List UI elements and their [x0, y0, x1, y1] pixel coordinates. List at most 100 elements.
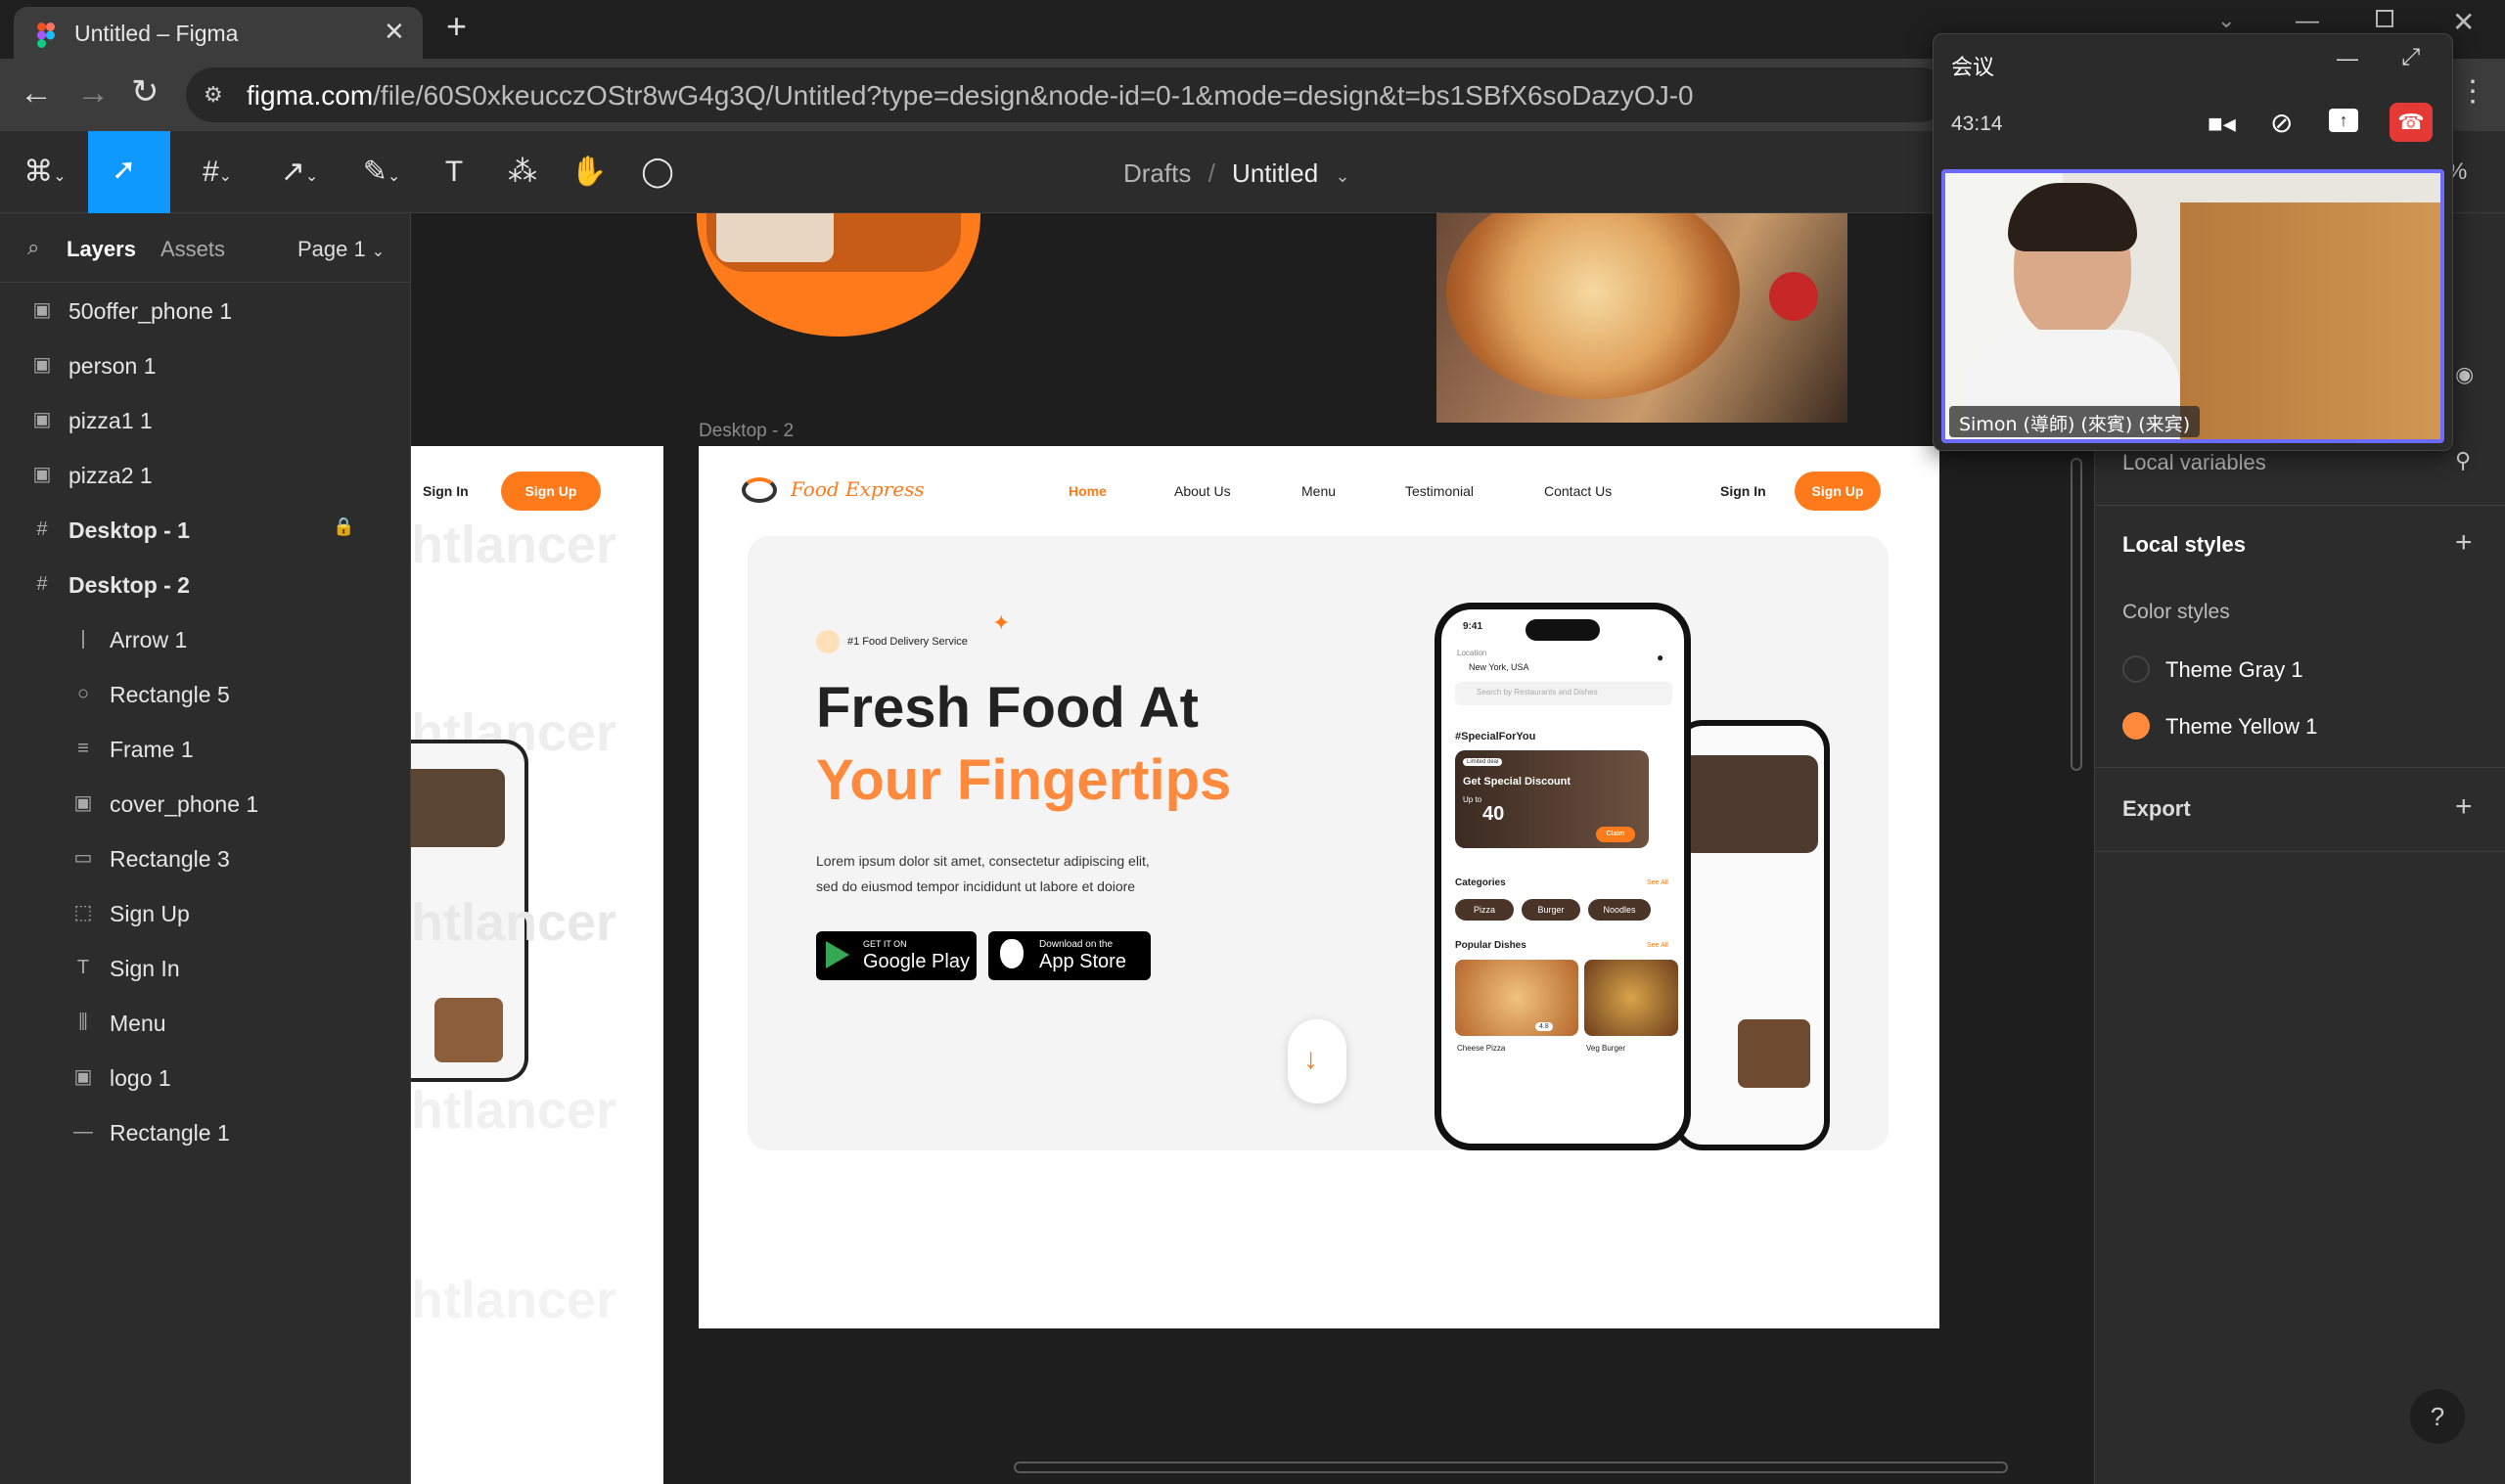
main-menu-icon[interactable]: ⌘⌄: [18, 153, 72, 192]
add-style-icon[interactable]: +: [2455, 526, 2473, 560]
layer-row[interactable]: # Desktop - 1 🔒: [0, 503, 411, 558]
layer-row[interactable]: ▣ person 1: [0, 338, 411, 393]
style-row-yellow[interactable]: Theme Yellow 1: [2122, 708, 2475, 743]
layer-row[interactable]: ▣ logo 1: [0, 1051, 411, 1105]
shape-tool-icon[interactable]: ↗⌄: [270, 153, 329, 192]
phone-claim: Claim: [1596, 827, 1635, 842]
layer-row[interactable]: ⬚ Sign Up: [0, 886, 411, 941]
pen-tool-icon[interactable]: ✎⌄: [352, 153, 411, 192]
phone-front-mock: 9:41 Location New York, USA ● Search by …: [1435, 603, 1691, 1150]
chevron-down-icon[interactable]: ⌄: [1335, 166, 1349, 186]
layer-row[interactable]: ▭ Rectangle 3: [0, 832, 411, 886]
back-icon[interactable]: ←: [20, 74, 53, 112]
horizontal-scrollbar[interactable]: [1014, 1462, 2008, 1473]
vertical-scrollbar[interactable]: [2071, 458, 2082, 771]
phone-special: #SpecialForYou: [1455, 731, 1536, 742]
search-icon[interactable]: ⌕: [27, 235, 39, 260]
layer-row[interactable]: ▣ 50offer_phone 1: [0, 284, 411, 338]
layer-row[interactable]: ▣ pizza1 1: [0, 393, 411, 448]
file-name[interactable]: Untitled: [1232, 158, 1318, 188]
tab-layers[interactable]: Layers: [67, 237, 136, 262]
columns-icon: ⫼: [78, 1012, 88, 1033]
phone-dish-pizza: [1455, 960, 1578, 1036]
browser-menu-icon[interactable]: ⋮: [2458, 74, 2487, 109]
desktop-2-frame[interactable]: Food Express Home About Us Menu Testimon…: [699, 446, 1939, 1328]
phone-cat-pizza: Pizza: [1455, 899, 1514, 921]
page-selector[interactable]: Page 1 ⌄: [297, 237, 385, 262]
url-field[interactable]: ⚙ figma.com/file/60S0xkeucczOStr8wG4g3Q/…: [186, 67, 1947, 122]
browser-tab[interactable]: Untitled – Figma ✕: [14, 7, 423, 59]
phone-limited: Limited deal: [1463, 758, 1503, 766]
phone-search-text: Search by Restaurants and Dishes: [1477, 688, 1598, 697]
url-path: /file/60S0xkeucczOStr8wG4g3Q/Untitled?ty…: [373, 80, 1694, 111]
comment-tool-icon[interactable]: ◯: [638, 153, 677, 192]
layer-row[interactable]: ○ Rectangle 5: [0, 667, 411, 722]
meeting-minimize-icon[interactable]: —: [2337, 46, 2358, 71]
bell-icon: ●: [1657, 651, 1664, 664]
breadcrumb-separator: /: [1207, 158, 1215, 188]
site-info-icon[interactable]: ⚙: [204, 82, 223, 108]
hand-tool-icon[interactable]: ✋: [569, 153, 609, 192]
phone-popular: Popular Dishes: [1455, 940, 1526, 951]
meeting-window[interactable]: 会议 — ⤢ 43:14 ■◂ ⊘ ↑ ☎ Simon (導師) (來賓) (来…: [1933, 33, 2453, 451]
breadcrumb-drafts[interactable]: Drafts: [1123, 158, 1191, 188]
lock-icon[interactable]: 🔒: [333, 517, 354, 537]
move-tool-button[interactable]: ➚: [88, 131, 170, 213]
rectangle-icon: ▭: [73, 847, 93, 869]
text-tool-icon[interactable]: T: [434, 153, 474, 192]
panel-divider: [0, 282, 411, 283]
layers-panel: ⌕ Layers Assets Page 1 ⌄ ▣ 50offer_phone 1…: [0, 213, 411, 1484]
panel-divider: [2095, 767, 2505, 768]
badge-dot: [816, 630, 840, 653]
color-styles-heading: Color styles: [2122, 601, 2230, 623]
share-screen-icon[interactable]: ↑: [2329, 109, 2358, 132]
ellipse-icon: ○: [76, 683, 90, 704]
layer-row[interactable]: ≡ Frame 1: [0, 722, 411, 777]
tab-search-icon[interactable]: ⌄: [2217, 8, 2235, 33]
new-tab-icon[interactable]: +: [446, 6, 467, 47]
layer-row[interactable]: ▣ cover_phone 1: [0, 777, 411, 832]
phone-rating: 4.8: [1535, 1022, 1553, 1031]
restore-icon[interactable]: [2376, 10, 2393, 27]
meeting-expand-icon[interactable]: ⤢: [2401, 44, 2420, 71]
close-tab-icon[interactable]: ✕: [384, 17, 405, 47]
end-call-button[interactable]: ☎: [2390, 103, 2433, 142]
left-phone-food: [434, 998, 503, 1062]
tab-assets[interactable]: Assets: [160, 237, 225, 262]
frame-icon: #: [36, 518, 48, 540]
frame-label[interactable]: Desktop - 2: [699, 421, 794, 442]
layer-row[interactable]: # Desktop - 2: [0, 558, 411, 612]
resources-icon[interactable]: ⁂: [503, 153, 542, 192]
style-row-gray[interactable]: Theme Gray 1: [2122, 652, 2475, 687]
mic-muted-icon[interactable]: ⊘: [2270, 107, 2293, 139]
local-variables[interactable]: Local variables: [2122, 450, 2266, 475]
nav-menu: Menu: [1301, 483, 1337, 499]
desktop-1-frame[interactable]: Sign In Sign Up htlancer htlancer htlanc…: [411, 446, 663, 1484]
help-button[interactable]: ?: [2410, 1389, 2465, 1444]
nav-sign-in: Sign In: [1720, 483, 1766, 499]
forward-icon[interactable]: →: [76, 74, 110, 112]
minimize-icon[interactable]: —: [2296, 8, 2319, 35]
nav-testimonial: Testimonial: [1405, 483, 1475, 499]
layer-row[interactable]: ⫼ Menu: [0, 996, 411, 1051]
google-main: Google Play: [863, 951, 970, 972]
variables-settings-icon[interactable]: ⚲: [2455, 448, 2471, 473]
layer-row[interactable]: ▣ pizza2 1: [0, 448, 411, 503]
eye-icon[interactable]: ◉: [2455, 362, 2474, 387]
close-window-icon[interactable]: ✕: [2452, 6, 2475, 38]
add-export-icon[interactable]: +: [2455, 790, 2473, 824]
phone-cat-noodles: Noodles: [1588, 899, 1651, 921]
sparkle-icon: ✦: [992, 610, 1011, 635]
camera-icon[interactable]: ■◂: [2208, 109, 2236, 139]
layer-row[interactable]: — Rectangle 1: [0, 1105, 411, 1160]
layer-row[interactable]: T Sign In: [0, 941, 411, 996]
design-canvas[interactable]: Sign In Sign Up htlancer htlancer htlanc…: [411, 213, 2094, 1484]
headline-2: Your Fingertips: [816, 748, 1232, 812]
frame-tool-icon[interactable]: #⌄: [190, 153, 245, 192]
panel-divider: [2095, 851, 2505, 852]
layer-row[interactable]: | Arrow 1: [0, 612, 411, 667]
nav-about: About Us: [1174, 483, 1231, 499]
scroll-down-button: ↓: [1288, 1019, 1346, 1103]
pizza-photo: [1436, 213, 1847, 423]
reload-icon[interactable]: ↻: [131, 72, 159, 112]
